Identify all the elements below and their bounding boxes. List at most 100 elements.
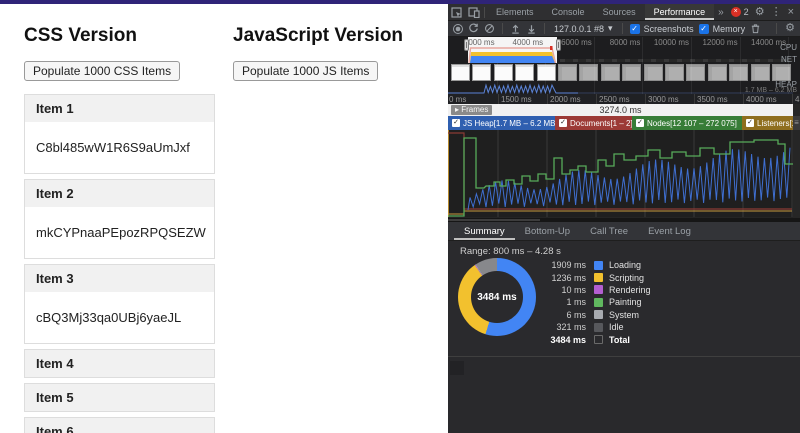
ruler-label: 0 ms <box>449 95 467 104</box>
item-header: Item 2 <box>25 180 214 207</box>
kebab-menu-icon[interactable]: ⋮ <box>771 6 782 18</box>
timeline-overview[interactable]: CPU NET HEAP 1.7 MB – 6.2 MB 2000 ms 4000… <box>448 37 800 94</box>
list-item: Item 2 mkCYPnaaPEpozRPQSEZW <box>24 179 215 259</box>
save-profile-icon[interactable] <box>526 23 537 34</box>
collect-garbage-icon[interactable] <box>750 23 761 34</box>
checkbox-check-icon[interactable]: ✓ <box>559 119 567 127</box>
summary-label: Idle <box>609 322 624 333</box>
memory-legend-item[interactable]: ✓ Documents[1 – 2] <box>555 116 632 130</box>
ruler-tick <box>792 94 793 104</box>
selection-right-handle[interactable] <box>556 39 561 51</box>
clear-icon[interactable] <box>484 23 495 34</box>
selection-left-handle[interactable] <box>464 39 469 51</box>
screenshot-thumbnail[interactable] <box>451 64 470 81</box>
error-icon: × <box>730 7 741 17</box>
screenshots-checkbox[interactable]: ✓ Screenshots <box>629 23 694 34</box>
memory-label: Memory <box>712 23 746 34</box>
legend-overflow-icon[interactable]: ≡ <box>793 116 800 130</box>
ruler-gridline <box>642 37 644 94</box>
settings-gear-icon[interactable]: ⚙ <box>755 6 765 18</box>
tab-call-tree[interactable]: Call Tree <box>580 222 638 240</box>
screenshot-stage: CSS Version Populate 1000 CSS Items Item… <box>0 0 800 433</box>
screenshot-thumbnail[interactable] <box>579 64 599 81</box>
screenshot-thumbnail[interactable] <box>600 64 620 81</box>
frames-track: 3274.0 ms ▸ Frames <box>448 104 793 116</box>
capture-settings-gear-icon[interactable]: ⚙ <box>785 23 795 34</box>
error-badge[interactable]: × 2 <box>730 7 749 17</box>
tab-event-log[interactable]: Event Log <box>638 222 701 240</box>
screenshot-thumbnail[interactable] <box>707 64 727 81</box>
toolbar-divider <box>621 23 623 34</box>
screenshot-thumbnail[interactable] <box>515 64 535 81</box>
js-section-title: JavaScript Version <box>233 25 404 46</box>
ruler-label: 2500 ms <box>599 95 630 104</box>
history-select[interactable]: 127.0.0.1 #8 ▾ <box>552 23 615 34</box>
screenshot-thumbnail[interactable] <box>622 64 642 81</box>
scrollbar-thumb[interactable] <box>448 219 540 221</box>
css-items-list: Item 1 C8bl485wW1R6S9aUmJxf Item 2 mkCYPnaa… <box>24 94 215 433</box>
screenshot-thumbnail[interactable] <box>643 64 663 81</box>
ruler-tick <box>596 94 597 104</box>
list-item: Item 6 <box>24 417 215 433</box>
ruler-tick <box>645 94 646 104</box>
populate-js-button[interactable]: Populate 1000 JS Items <box>233 61 379 81</box>
inspect-element-icon[interactable] <box>448 5 465 20</box>
populate-css-button[interactable]: Populate 1000 CSS Items <box>24 61 181 81</box>
category-swatch[interactable] <box>594 260 603 270</box>
tab-performance[interactable]: Performance <box>644 4 715 20</box>
item-content: cBQ3Mj33qa0UBj6yaeJL <box>36 310 182 325</box>
memory-counters-chart[interactable] <box>448 130 793 217</box>
tab-sources[interactable]: Sources <box>594 4 645 20</box>
close-devtools-icon[interactable]: × <box>788 6 794 18</box>
item-header: Item 3 <box>25 265 214 292</box>
devtools-footer-area <box>448 356 800 433</box>
demo-page: CSS Version Populate 1000 CSS Items Item… <box>0 4 448 433</box>
device-toolbar-icon[interactable] <box>465 5 482 20</box>
list-item: Item 1 C8bl485wW1R6S9aUmJxf <box>24 94 215 174</box>
chevron-down-icon: ▾ <box>608 23 613 33</box>
checkbox-check-icon[interactable]: ✓ <box>746 119 754 127</box>
record-button[interactable] <box>453 23 463 34</box>
ruler-label: 3500 ms <box>697 95 728 104</box>
reload-record-icon[interactable] <box>468 23 479 34</box>
category-swatch[interactable] <box>594 310 603 320</box>
screenshot-thumbnail[interactable] <box>472 64 492 81</box>
ruler-gridline <box>593 37 595 94</box>
ruler-label: 1500 ms <box>501 95 532 104</box>
tab-bottom-up[interactable]: Bottom-Up <box>515 222 580 240</box>
ruler-label: 45 <box>795 95 800 104</box>
summary-row: 10 ms Rendering <box>532 284 650 296</box>
memory-legend-item[interactable]: ✓ JS Heap[1.7 MB – 6.2 MB] <box>448 116 555 130</box>
checkbox-check-icon[interactable]: ✓ <box>636 119 644 127</box>
memory-legend-item[interactable]: ✓ Listeners[1 <box>742 116 793 130</box>
toolbar-divider <box>544 23 545 34</box>
category-swatch[interactable] <box>594 285 603 295</box>
screenshot-thumbnail[interactable] <box>558 64 577 81</box>
donut-total-label: 3484 ms <box>477 291 517 303</box>
category-swatch[interactable] <box>594 322 603 332</box>
memory-checkbox[interactable]: ✓ Memory <box>698 23 746 34</box>
tab-summary[interactable]: Summary <box>454 222 515 240</box>
summary-value: 10 ms <box>561 284 586 295</box>
list-item: Item 5 <box>24 383 215 412</box>
ruler-gridline <box>739 37 741 94</box>
summary-row: 3484 ms Total <box>532 333 651 345</box>
screenshot-thumbnail[interactable] <box>665 64 684 81</box>
memory-legend-item[interactable]: ✓ Nodes[12 107 – 272 075] <box>632 116 742 130</box>
tab-console[interactable]: Console <box>543 4 594 20</box>
checkbox-check-icon[interactable]: ✓ <box>452 119 460 127</box>
category-swatch[interactable] <box>594 273 603 283</box>
toolbar-divider <box>484 6 485 18</box>
ruler-label: 10000 ms <box>653 38 689 47</box>
js-heap-line <box>467 147 791 211</box>
category-swatch[interactable] <box>594 335 603 345</box>
more-tabs-chevron-icon[interactable]: » <box>714 7 728 18</box>
category-swatch[interactable] <box>594 297 603 307</box>
tab-elements[interactable]: Elements <box>487 4 543 20</box>
load-profile-icon[interactable] <box>510 23 521 34</box>
nodes-line <box>448 137 793 217</box>
screenshot-thumbnail[interactable] <box>750 64 770 81</box>
memory-legend-label: Documents[1 – 2] <box>570 118 632 128</box>
cpu-activity-tail <box>560 59 793 62</box>
screenshot-thumbnail[interactable] <box>686 64 706 81</box>
